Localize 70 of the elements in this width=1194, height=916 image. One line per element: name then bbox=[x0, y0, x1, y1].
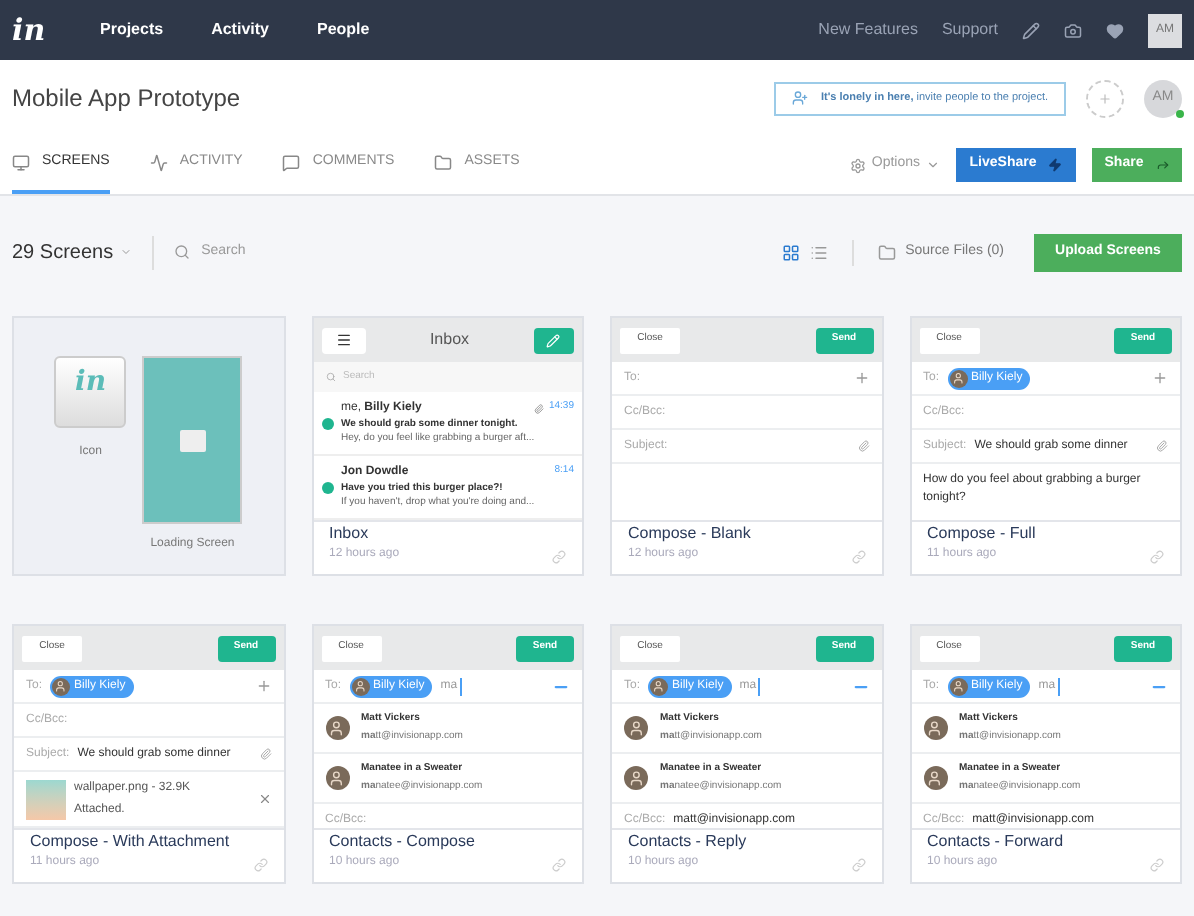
screen-header-title: Inbox bbox=[429, 328, 470, 352]
pulse-icon bbox=[149, 154, 168, 172]
paperclip-icon[interactable] bbox=[1156, 440, 1168, 452]
screen-name: Contacts - Forward bbox=[927, 830, 1064, 854]
pen-icon[interactable] bbox=[1022, 21, 1040, 39]
paperclip-icon[interactable] bbox=[259, 748, 271, 760]
menu-button[interactable] bbox=[321, 327, 365, 353]
menu-icon bbox=[335, 332, 351, 348]
lightning-icon bbox=[1048, 158, 1063, 172]
add-user-icon bbox=[792, 90, 809, 106]
comment-icon bbox=[282, 154, 301, 172]
avatar-icon bbox=[624, 766, 648, 790]
screen-card[interactable] bbox=[311, 316, 584, 576]
plus-icon bbox=[1098, 91, 1112, 105]
nav-link[interactable]: Activity bbox=[211, 18, 269, 42]
screen-count-dropdown[interactable]: 29 Screens bbox=[12, 237, 132, 267]
screen-name: Compose - With Attachment bbox=[30, 830, 230, 854]
screen-name: Inbox bbox=[329, 522, 371, 546]
folder-icon bbox=[434, 154, 453, 172]
add-icon[interactable] bbox=[255, 678, 271, 694]
add-icon[interactable] bbox=[1152, 370, 1168, 386]
monitor-icon bbox=[12, 154, 30, 172]
screen-name: Compose - Blank bbox=[628, 522, 751, 546]
avatar-icon bbox=[650, 677, 669, 695]
avatar-icon bbox=[923, 716, 947, 740]
splash-screen[interactable] bbox=[142, 356, 243, 524]
link-icon[interactable] bbox=[851, 550, 865, 564]
folder-icon bbox=[877, 243, 896, 261]
avatar-icon bbox=[325, 766, 349, 790]
avatar-icon bbox=[923, 766, 947, 790]
screen-name: Compose - Full bbox=[927, 522, 1036, 546]
add-icon[interactable] bbox=[853, 370, 869, 386]
link-icon[interactable] bbox=[552, 858, 566, 872]
nav-link[interactable]: Projects bbox=[100, 18, 164, 42]
search-icon bbox=[173, 244, 190, 260]
link-icon[interactable] bbox=[1150, 550, 1164, 564]
nav-link[interactable]: Support bbox=[941, 18, 998, 42]
compose-button[interactable] bbox=[533, 327, 574, 353]
screen-name: Contacts - Compose bbox=[329, 830, 475, 854]
chevron-down-icon bbox=[119, 246, 132, 258]
remove-icon[interactable] bbox=[257, 792, 271, 806]
project-title: Mobile App Prototype bbox=[12, 82, 241, 116]
paperclip-icon[interactable] bbox=[857, 440, 869, 452]
grid-view-icon[interactable] bbox=[781, 243, 800, 261]
screen-name: Contacts - Reply bbox=[628, 830, 747, 854]
pencil-icon bbox=[546, 333, 561, 347]
gear-icon bbox=[849, 157, 866, 173]
avatar-icon bbox=[52, 677, 71, 695]
avatar-icon bbox=[949, 369, 968, 387]
add-member-icon[interactable] bbox=[1086, 79, 1124, 117]
paperclip-icon bbox=[534, 403, 545, 413]
link-icon[interactable] bbox=[851, 858, 865, 872]
logo[interactable]: in bbox=[12, 7, 92, 53]
camera-icon[interactable] bbox=[1064, 21, 1082, 39]
avatar-icon bbox=[325, 716, 349, 740]
image-thumbnail bbox=[26, 779, 66, 819]
link-icon[interactable] bbox=[552, 550, 566, 564]
avatar-icon bbox=[351, 677, 370, 695]
heart-icon[interactable] bbox=[1106, 21, 1124, 39]
arrow-icon bbox=[1155, 158, 1170, 172]
chevron-down-icon bbox=[926, 158, 940, 172]
link-icon[interactable] bbox=[253, 858, 267, 872]
list-view-icon[interactable] bbox=[809, 243, 828, 261]
logo: in bbox=[75, 364, 106, 402]
nav-link[interactable]: People bbox=[316, 18, 370, 42]
search-icon bbox=[325, 372, 335, 382]
avatar-icon bbox=[624, 716, 648, 740]
avatar-icon bbox=[949, 677, 968, 695]
link-icon[interactable] bbox=[1150, 858, 1164, 872]
nav-link[interactable]: New Features bbox=[818, 18, 918, 42]
